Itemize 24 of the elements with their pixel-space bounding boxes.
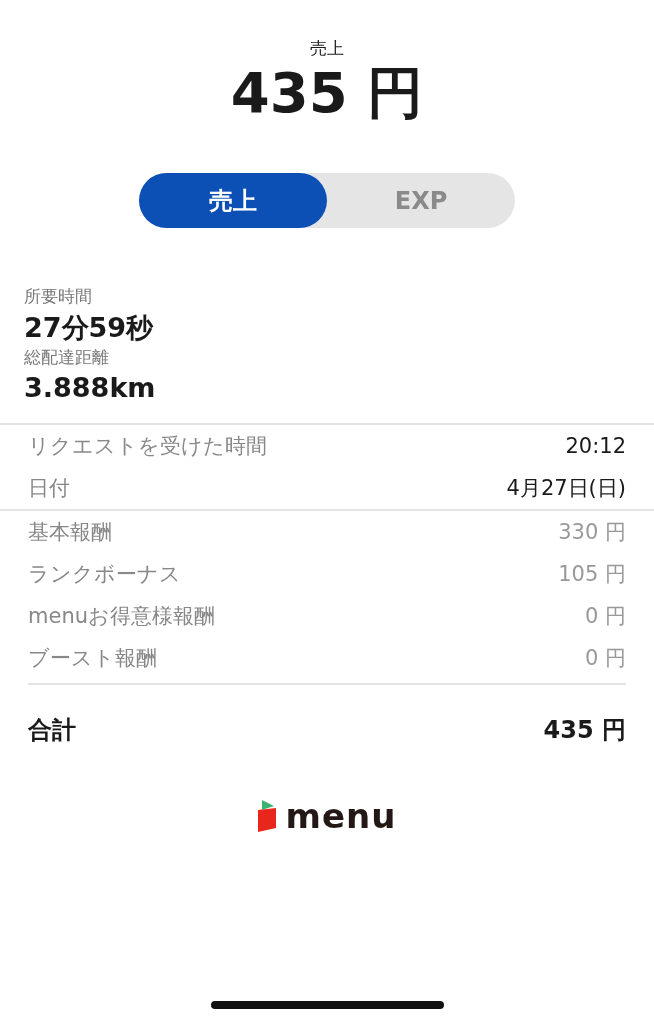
row-label: ブースト報酬 [28,644,157,672]
logo-text: menu [285,799,397,834]
header-label: 売上 [309,37,345,60]
stat-value: 27分59秒 [24,310,155,345]
logo-icon [257,800,278,833]
total-label: 合計 [28,715,76,747]
row-value: 0 円 [584,644,626,672]
row-value: 4月27日(日) [506,474,626,502]
segment-tab[interactable]: 売上 [139,173,327,229]
stat-label: 所要時間 [24,285,93,309]
row-label: 基本報酬 [28,518,112,546]
home-indicator[interactable] [210,1001,444,1009]
row-value: 105 円 [558,560,626,588]
row-label: ランクボーナス [28,560,181,588]
total-amount: 435 円 [229,61,425,124]
row-value: 20:12 [565,432,626,460]
row-value: 0 円 [584,602,626,630]
stat-value: 3.888km [24,371,157,406]
row-label: リクエストを受けた時間 [28,432,267,460]
row-label: 日付 [28,474,70,502]
row-value: 330 円 [558,518,626,546]
stat-label: 総配達距離 [24,345,110,369]
row-label: menuお得意様報酬 [28,602,215,630]
total-value: 435 円 [543,715,626,747]
